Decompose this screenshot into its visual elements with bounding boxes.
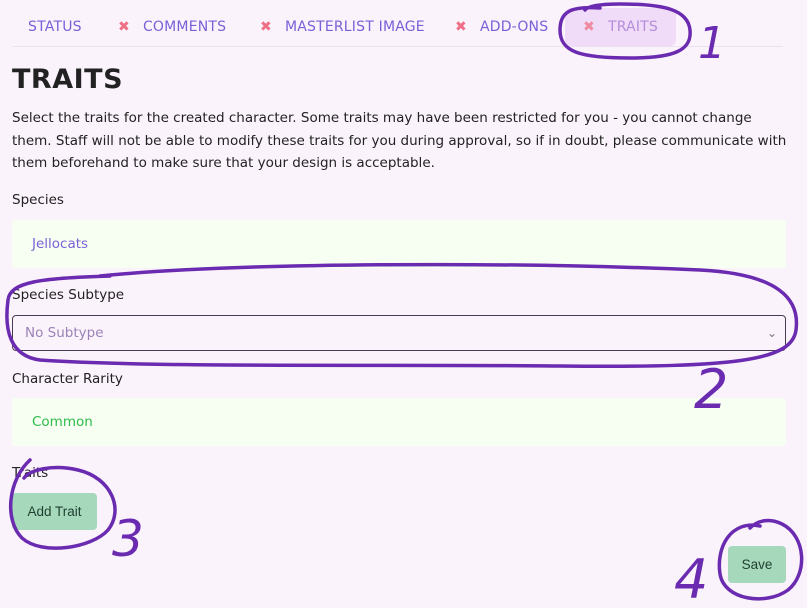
- save-button[interactable]: Save: [728, 546, 786, 583]
- close-icon: ✖: [455, 19, 467, 35]
- species-value: Jellocats: [32, 236, 89, 252]
- close-icon: ✖: [118, 19, 130, 35]
- page-title: TRAITS: [12, 64, 124, 95]
- traits-label: Traits: [12, 465, 49, 481]
- tab-status[interactable]: STATUS: [28, 8, 82, 46]
- species-field: Jellocats: [12, 220, 786, 268]
- add-trait-button[interactable]: Add Trait: [12, 493, 97, 530]
- tab-comments[interactable]: ✖ COMMENTS: [118, 8, 226, 46]
- rarity-field: Common: [12, 398, 786, 446]
- close-icon: ✖: [260, 19, 272, 35]
- tab-masterlist-image[interactable]: ✖ MASTERLIST IMAGE: [260, 8, 425, 46]
- chevron-down-icon: ⌄: [766, 326, 777, 340]
- subtype-value: No Subtype: [25, 325, 104, 341]
- rarity-label: Character Rarity: [12, 371, 123, 387]
- rarity-value: Common: [32, 414, 93, 430]
- tab-comments-label: COMMENTS: [142, 19, 227, 35]
- tab-traits-label: TRAITS: [607, 19, 658, 35]
- tab-status-label: STATUS: [28, 19, 82, 35]
- subtype-select[interactable]: No Subtype ⌄: [12, 315, 786, 351]
- intro-text: Select the traits for the created charac…: [12, 110, 787, 171]
- species-label: Species: [12, 192, 64, 208]
- tab-masterlist-image-label: MASTERLIST IMAGE: [284, 19, 425, 35]
- tab-bar: STATUS ✖ COMMENTS ✖ MASTERLIST IMAGE ✖ ADD-…: [12, 0, 783, 47]
- tab-traits[interactable]: ✖ TRAITS: [565, 8, 676, 46]
- close-icon: ✖: [583, 19, 595, 35]
- annotation-number-3: 3: [112, 510, 144, 568]
- tab-add-ons-label: ADD-ONS: [479, 19, 549, 35]
- tab-add-ons[interactable]: ✖ ADD-ONS: [455, 8, 548, 46]
- annotation-number-4: 4: [674, 548, 708, 608]
- subtype-label: Species Subtype: [12, 287, 125, 303]
